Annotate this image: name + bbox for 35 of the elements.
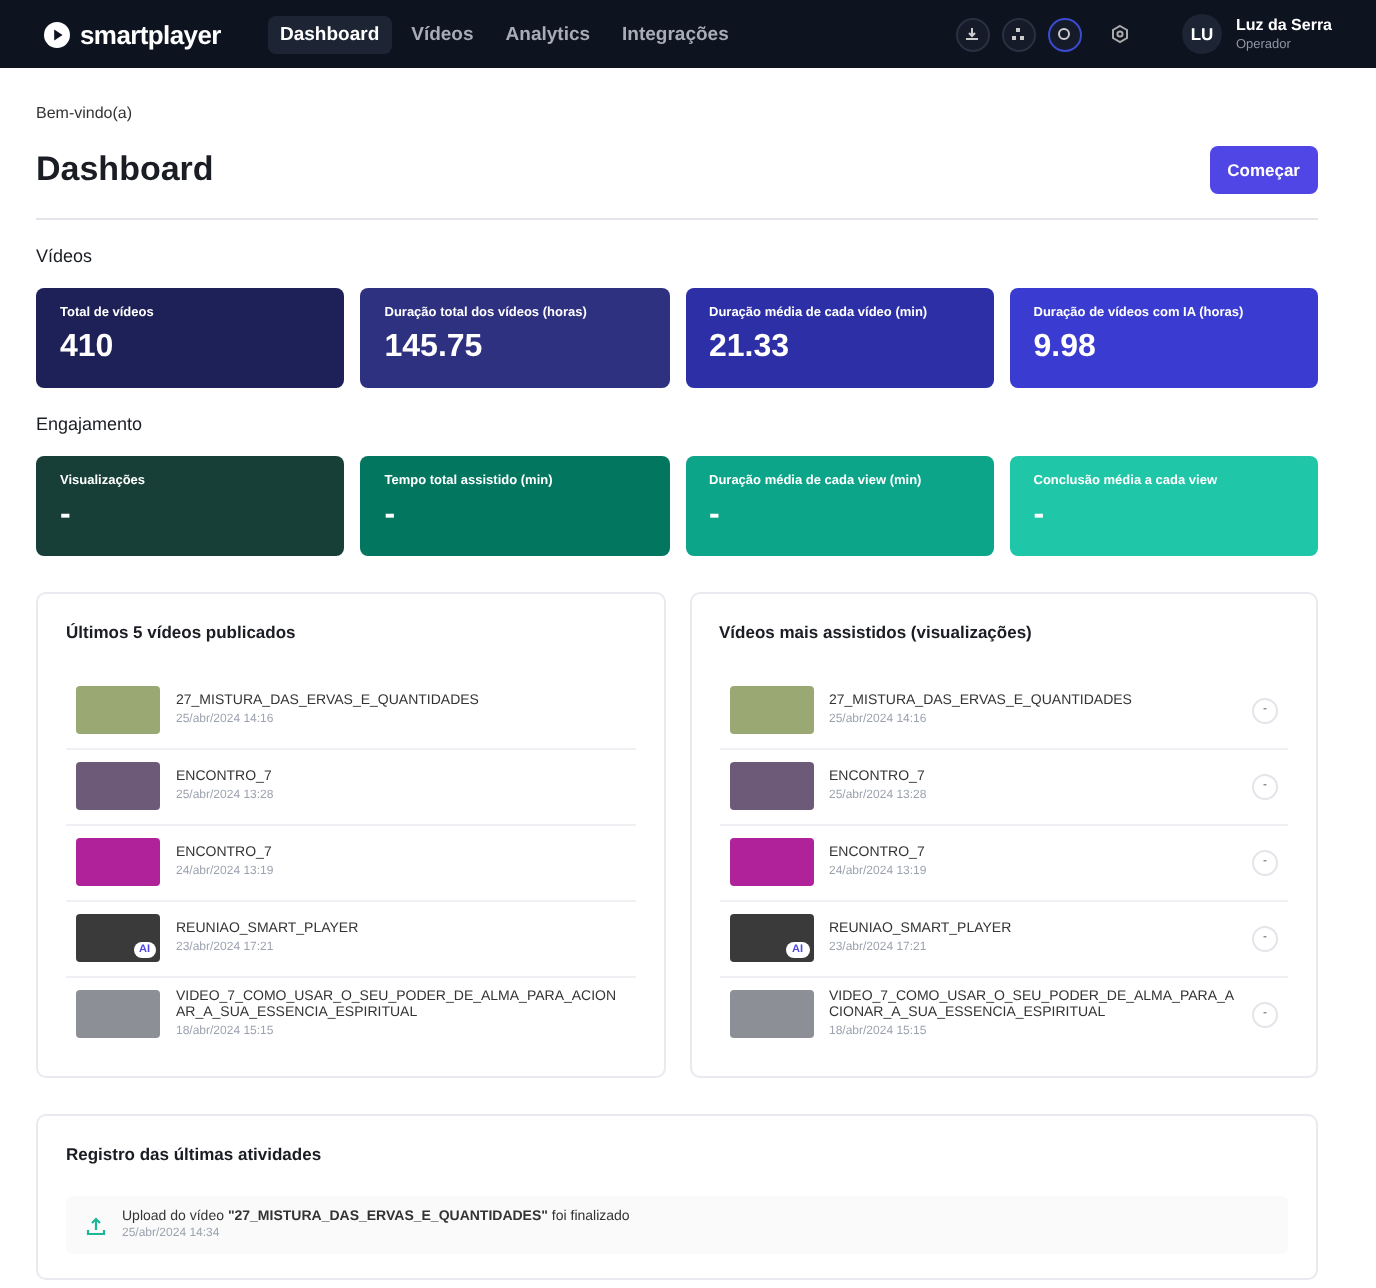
download-icon[interactable] [955, 17, 990, 51]
panel-title: Últimos 5 vídeos publicados [66, 622, 298, 642]
nav-tab[interactable]: Analytics [493, 15, 603, 53]
nav-tab[interactable]: Integrações [610, 15, 741, 53]
section-heading: Vídeos [36, 246, 95, 266]
user-name: Luz da Serra [1235, 16, 1332, 34]
stat-value: 410 [60, 330, 116, 366]
nav-tab[interactable]: Dashboard [268, 15, 392, 53]
stat-value: - [709, 498, 722, 534]
stat-value: - [60, 498, 73, 534]
video-thumbnail[interactable] [76, 990, 160, 1039]
panel-title: Registro das últimas atividades [66, 1144, 324, 1165]
brand-name: smartplayer [80, 19, 221, 49]
network-icon[interactable] [1001, 17, 1036, 51]
start-button[interactable]: Começar [1209, 146, 1318, 194]
video-thumbnail[interactable] [729, 762, 813, 810]
greeting: Bem-vindo(a) [36, 104, 135, 122]
stat-value: 9.98 [1033, 330, 1098, 366]
upload-icon [86, 1215, 106, 1236]
section-heading: Engajamento [36, 414, 145, 434]
video-thumbnail[interactable] [76, 762, 160, 810]
page-title: Dashboard [36, 150, 214, 190]
play-logo-icon [44, 21, 70, 47]
stat-value: - [384, 498, 398, 534]
video-thumbnail[interactable] [729, 838, 813, 886]
stat-value: - [1033, 498, 1047, 534]
stat-value: 145.75 [384, 330, 485, 366]
user-avatar[interactable]: LU [1181, 14, 1222, 54]
stat-value: 21.33 [709, 330, 792, 366]
video-thumbnail[interactable] [729, 686, 813, 734]
panel-title: Vídeos mais assistidos (visualizações) [719, 622, 1034, 642]
video-thumbnail[interactable] [76, 838, 160, 886]
video-thumbnail[interactable] [76, 686, 160, 734]
nav-tab[interactable]: Vídeos [399, 15, 486, 53]
video-thumbnail[interactable] [729, 990, 813, 1039]
